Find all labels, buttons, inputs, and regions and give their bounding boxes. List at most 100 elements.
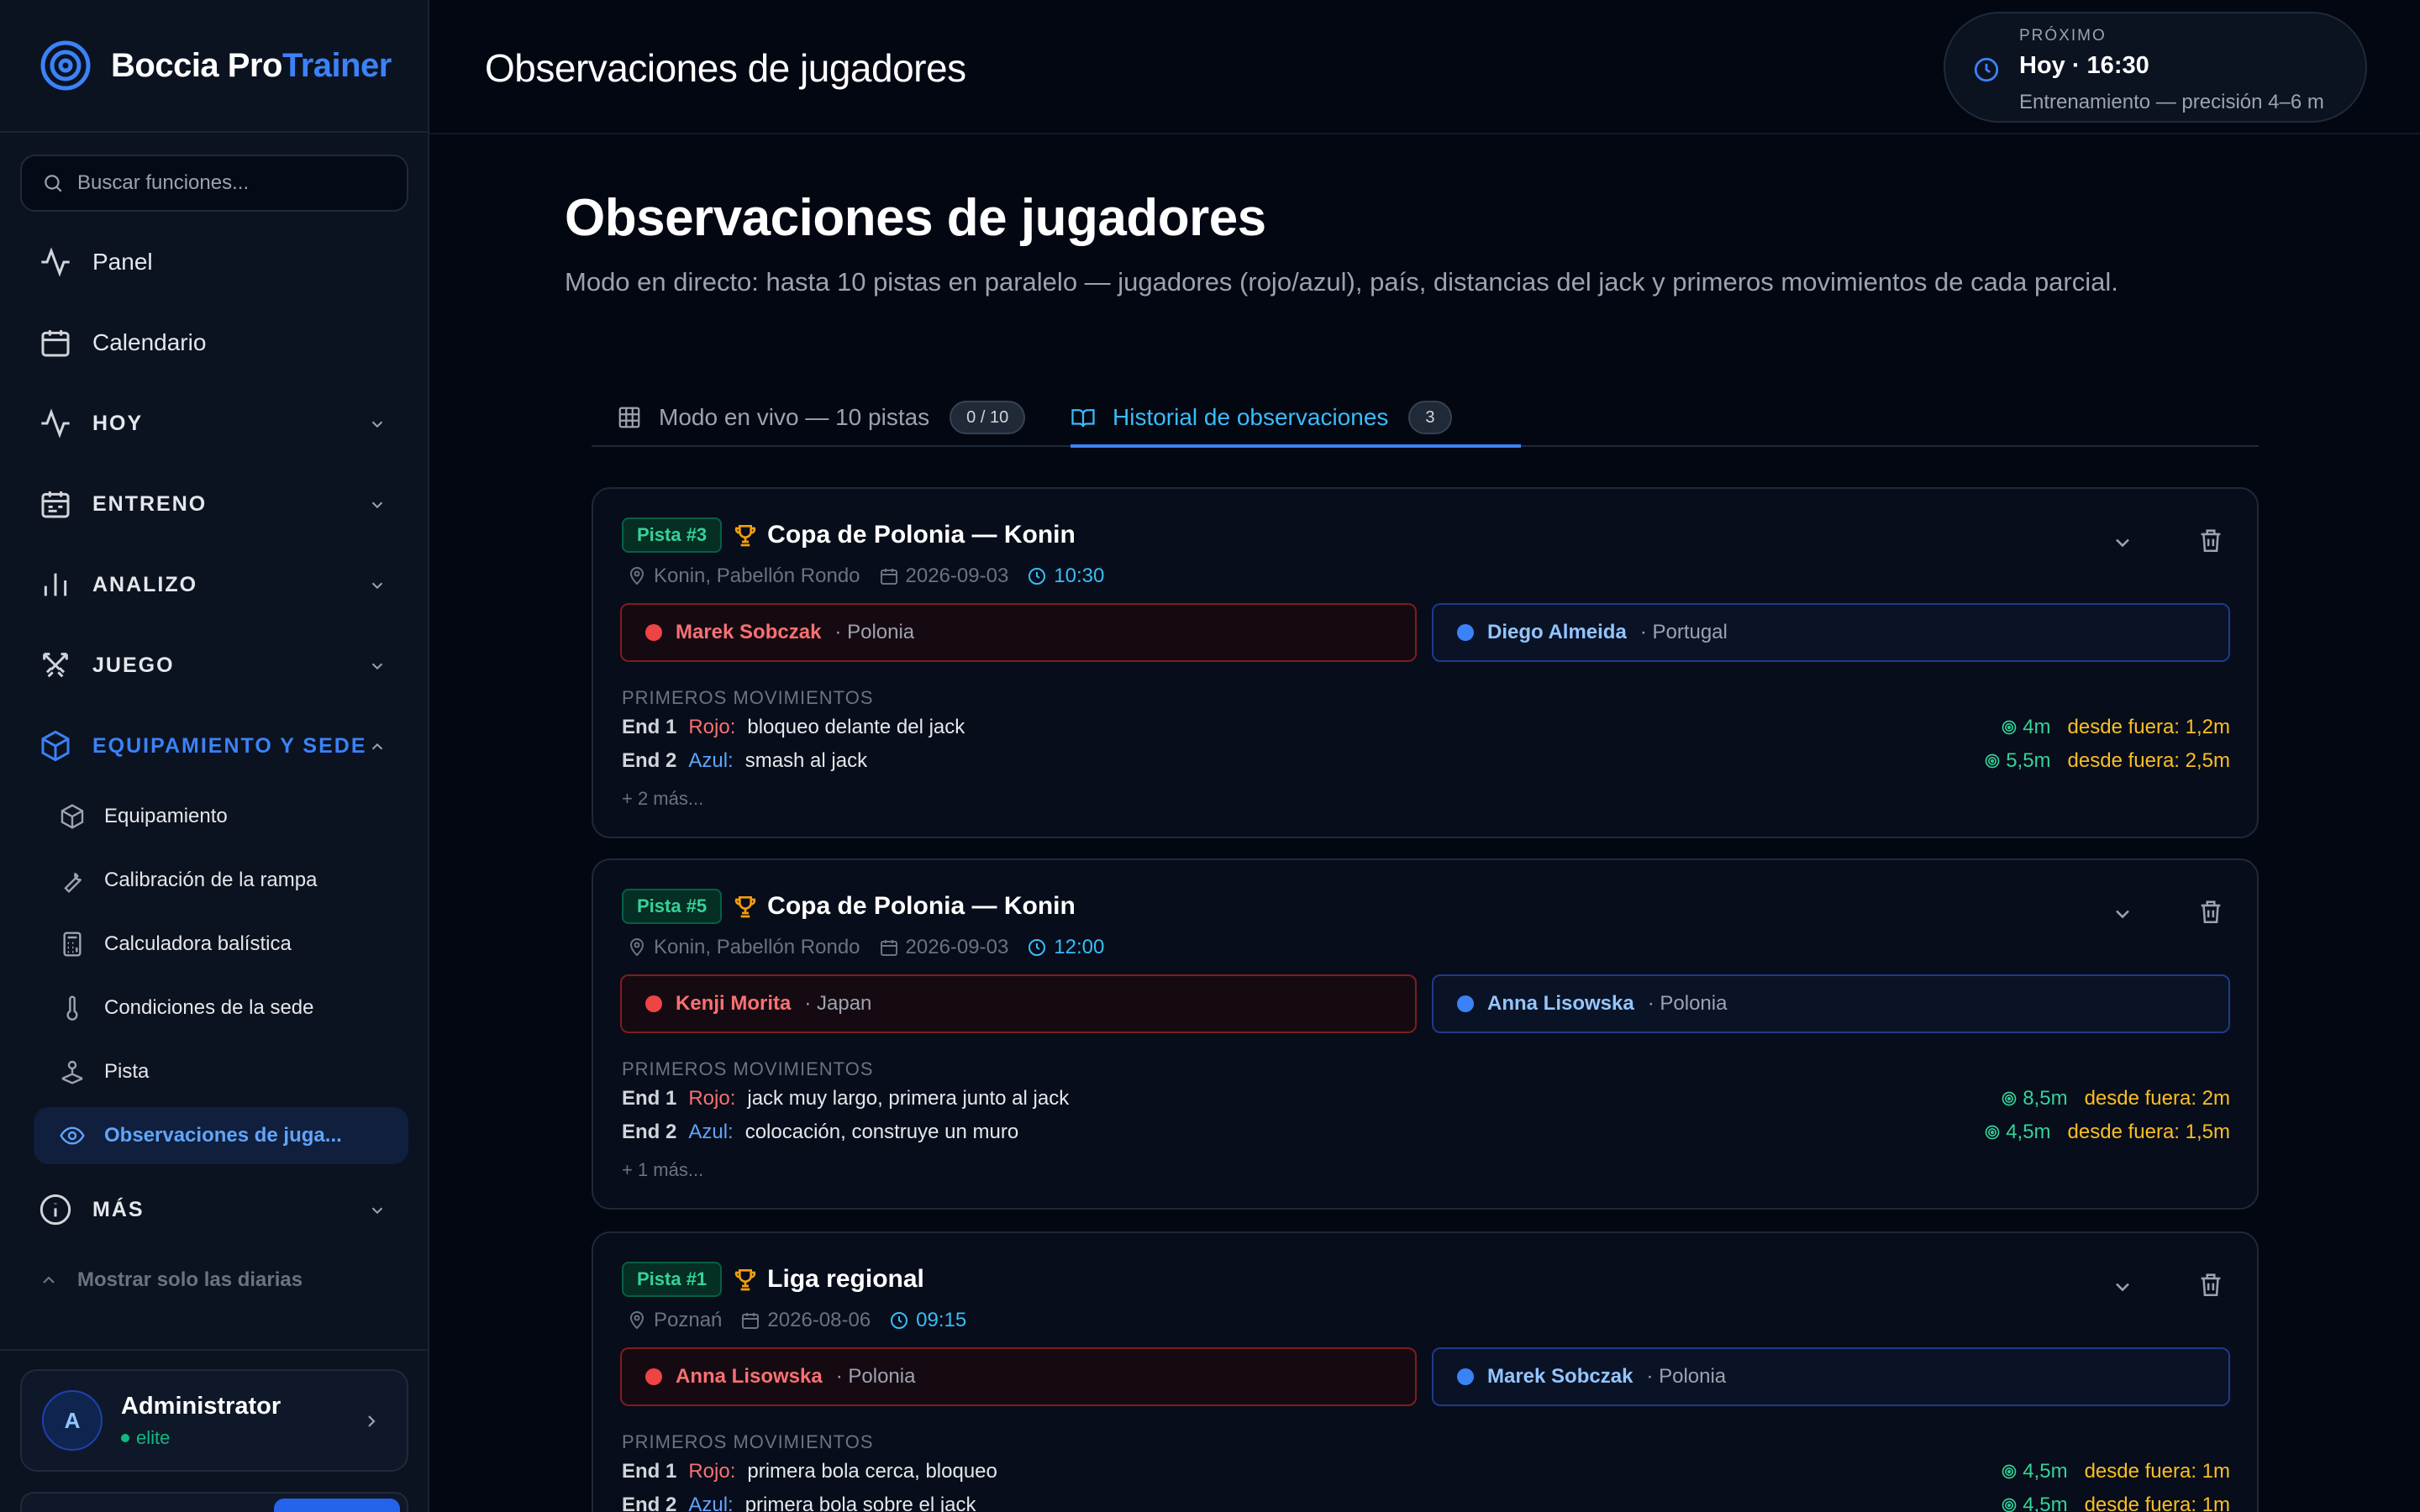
expand-chevron-icon[interactable] xyxy=(2111,531,2134,554)
tab-live-label: Modo en vivo — 10 pistas xyxy=(659,404,930,430)
player-name: Anna Lisowska xyxy=(676,1365,823,1388)
delete-trash-icon[interactable] xyxy=(2196,1270,2225,1299)
calendar-icon xyxy=(880,940,897,956)
sub-court[interactable]: Pista xyxy=(34,1043,408,1100)
event-name: Copa de Polonia — Konin xyxy=(767,521,1076,549)
delete-trash-icon[interactable] xyxy=(2196,897,2225,926)
sub-equipment[interactable]: Equipamiento xyxy=(34,788,408,845)
user-name: Administrator xyxy=(121,1392,281,1420)
blue-ball-dot xyxy=(1457,624,1474,641)
event-name: Copa de Polonia — Konin xyxy=(767,892,1076,920)
tab-history[interactable]: Historial de observaciones 3 xyxy=(1071,388,1452,447)
move-row: End 1 Rojo: jack muy largo, primera junto … xyxy=(622,1087,2230,1110)
trophy-icon xyxy=(734,1269,756,1291)
player-country: · Polonia xyxy=(834,621,915,643)
tab-live-count: 0 / 10 xyxy=(950,401,1026,434)
move-row: End 2 Azul: colocación, construye un muro … xyxy=(622,1121,2230,1143)
topbar-title: Observaciones de jugadores xyxy=(485,46,966,90)
calendar-icon xyxy=(880,569,897,585)
observation-card[interactable]: Pista #5 Copa de Polonia — Konin Konin, … xyxy=(592,858,2259,1210)
next-description: Entrenamiento — precisión 4–6 m xyxy=(2019,91,2324,113)
tab-history-label: Historial de observaciones xyxy=(1113,404,1389,430)
clock-icon xyxy=(891,1312,908,1329)
chevron-down-icon xyxy=(371,421,383,428)
nav-today[interactable]: HOY xyxy=(20,391,408,455)
sub-venue-conditions[interactable]: Condiciones de la sede xyxy=(34,979,408,1037)
observation-card[interactable]: Pista #3 Copa de Polonia — Konin Konin, … xyxy=(592,487,2259,838)
nav-game-label: JUEGO xyxy=(92,653,175,677)
chevron-up-icon xyxy=(371,743,383,750)
search-box[interactable] xyxy=(20,155,408,212)
move-row: End 1 Rojo: bloqueo delante del jack 4m des… xyxy=(622,716,2230,738)
expand-chevron-icon[interactable] xyxy=(2111,1275,2134,1299)
nav-training-label: ENTRENO xyxy=(92,491,208,516)
target-icon xyxy=(2002,1498,2017,1512)
nav-analysis[interactable]: ANALIZO xyxy=(20,553,408,617)
next-when: Hoy · 16:30 xyxy=(2019,52,2149,79)
map-pin-icon xyxy=(629,938,644,957)
date: 2026-09-03 xyxy=(905,564,1009,587)
card-header: Pista #3 Copa de Polonia — Konin xyxy=(622,517,1076,553)
sub-ballistic-calculator[interactable]: Calculadora balística xyxy=(34,916,408,973)
sidebar-bottom-controls[interactable] xyxy=(20,1492,408,1512)
nav-calendar[interactable]: Calendario xyxy=(20,311,408,375)
delete-trash-icon[interactable] xyxy=(2196,526,2225,554)
sub-court-label: Pista xyxy=(104,1060,150,1083)
player-name: Diego Almeida xyxy=(1487,621,1627,643)
user-tier: elite xyxy=(121,1427,281,1449)
nav-today-label: HOY xyxy=(92,411,144,435)
player-country: · Portugal xyxy=(1639,621,1728,643)
player-country: · Polonia xyxy=(1647,992,1728,1015)
nav-training[interactable]: ENTRENO xyxy=(20,472,408,536)
search-icon xyxy=(45,175,62,192)
search-input[interactable] xyxy=(77,171,397,195)
bar-chart-icon xyxy=(44,573,67,596)
nav-panel[interactable]: Panel xyxy=(20,230,408,294)
chevron-down-icon xyxy=(371,582,383,590)
show-daily-label: Mostrar solo las diarias xyxy=(77,1268,303,1291)
bottom-action-button[interactable] xyxy=(274,1499,400,1512)
target-icon xyxy=(1985,753,2000,769)
sub-ramp-calibration[interactable]: Calibración de la rampa xyxy=(34,852,408,909)
tab-live-mode[interactable]: Modo en vivo — 10 pistas 0 / 10 xyxy=(617,388,1026,447)
eye-icon xyxy=(60,1126,85,1145)
court-badge: Pista #1 xyxy=(622,1262,723,1297)
card-meta: Konin, Pabellón Rondo 2026-09-03 10:30 xyxy=(627,564,1104,588)
expand-chevron-icon[interactable] xyxy=(2111,902,2134,926)
next-session-pill[interactable]: PRÓXIMO Hoy · 16:30 Entrenamiento — prec… xyxy=(1944,12,2367,123)
sub-player-observations[interactable]: Observaciones de juga... xyxy=(34,1107,408,1164)
sidebar: Boccia ProTrainer Panel Calendario HOY E… xyxy=(0,0,429,1512)
red-player: Marek Sobczak · Polonia xyxy=(620,603,1417,662)
nav-equipment-label: EQUIPAMIENTO Y SEDE xyxy=(92,733,367,758)
calendar-icon xyxy=(742,1313,760,1329)
nav-equipment-section[interactable]: EQUIPAMIENTO Y SEDE xyxy=(20,714,408,778)
more-moves-link[interactable]: + 2 más... xyxy=(622,788,703,810)
card-meta: Konin, Pabellón Rondo 2026-09-03 12:00 xyxy=(627,936,1104,959)
nav-game[interactable]: JUEGO xyxy=(20,633,408,697)
court-badge: Pista #3 xyxy=(622,517,723,553)
target-icon xyxy=(2002,1091,2017,1106)
brand[interactable]: Boccia ProTrainer xyxy=(0,0,428,133)
chevron-up-icon xyxy=(43,1276,55,1284)
player-country: · Polonia xyxy=(835,1365,916,1388)
info-icon xyxy=(39,1194,71,1226)
calendar-check-icon xyxy=(41,491,70,518)
status-dot xyxy=(121,1433,129,1442)
page-title: Observaciones de jugadores xyxy=(565,189,1266,247)
target-icon xyxy=(1985,1125,2000,1140)
nav-more[interactable]: MÁS xyxy=(20,1178,408,1242)
more-moves-link[interactable]: + 1 más... xyxy=(622,1159,703,1181)
sub-ramp-label: Calibración de la rampa xyxy=(104,869,318,891)
active-tab-indicator xyxy=(1071,444,1521,448)
moves-title: PRIMEROS MOVIMIENTOS xyxy=(622,687,874,708)
observation-card[interactable]: Pista #1 Liga regional Poznań 2026-08-06… xyxy=(592,1231,2259,1512)
show-daily-toggle[interactable]: Mostrar solo las diarias xyxy=(39,1268,302,1292)
event-name: Liga regional xyxy=(767,1265,924,1293)
moves-title: PRIMEROS MOVIMIENTOS xyxy=(622,1058,874,1079)
user-card[interactable]: A Administrator elite xyxy=(20,1369,408,1472)
blue-player: Anna Lisowska · Polonia xyxy=(1432,974,2230,1033)
chevron-down-icon xyxy=(371,663,383,670)
target-icon xyxy=(2002,1464,2017,1479)
nav-analysis-label: ANALIZO xyxy=(92,572,198,596)
red-ball-dot xyxy=(645,995,662,1012)
